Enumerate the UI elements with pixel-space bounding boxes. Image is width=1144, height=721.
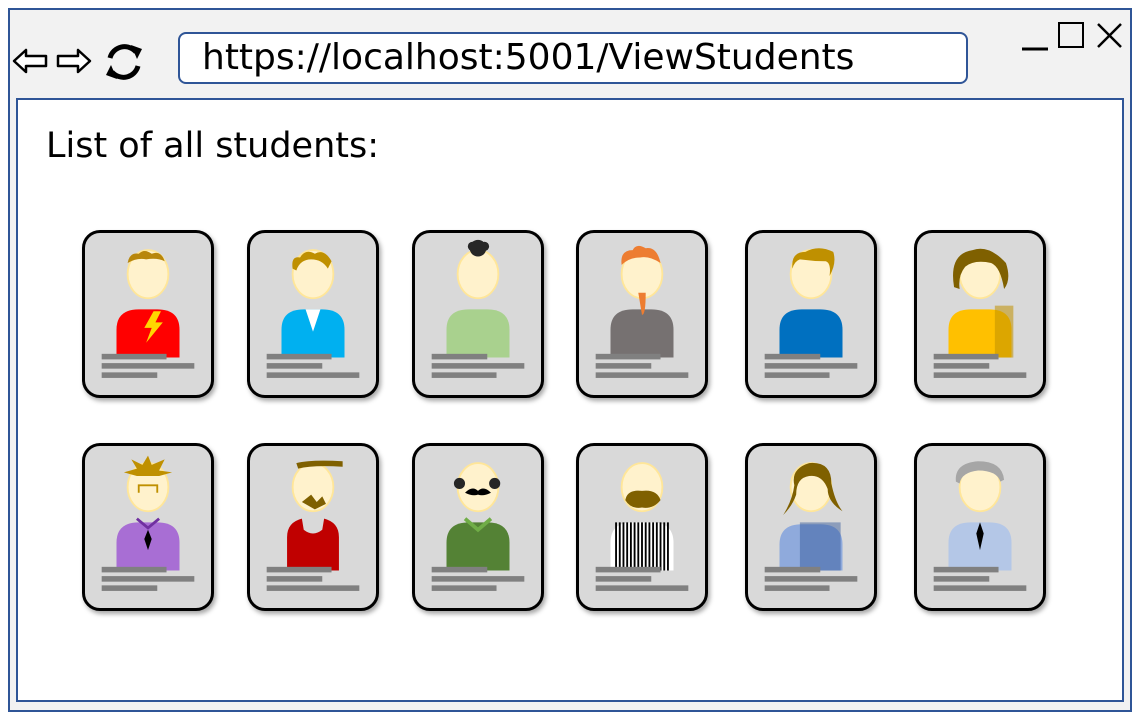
student-card[interactable]: [914, 443, 1046, 611]
info-line: [764, 566, 821, 573]
info-line: [431, 363, 525, 369]
avatar-grey-shirt-orange-beard: [595, 245, 689, 378]
info-line: [595, 372, 689, 378]
info-line: [764, 353, 821, 360]
avatar-light-blue-shirt-tie: [933, 461, 1027, 591]
info-line: [595, 576, 652, 582]
info-line: [764, 585, 830, 591]
info-line: [431, 566, 488, 573]
browser-toolbar: https://localhost:5001/ViewStudents: [10, 10, 1130, 98]
info-line: [933, 372, 1027, 378]
avatar-blue-gradient-shirt: [764, 462, 858, 591]
info-line: [431, 353, 488, 360]
avatar-gold-shirt-curly: [933, 248, 1027, 378]
refresh-icon[interactable]: [102, 40, 146, 84]
info-line: [266, 372, 360, 378]
avatar-red-lightning-shirt: [101, 249, 195, 378]
info-line: [431, 372, 497, 378]
avatar-red-tank-headband: [266, 460, 360, 591]
student-card[interactable]: [576, 443, 708, 611]
info-line: [933, 576, 990, 582]
info-line: [933, 566, 999, 573]
info-line: [101, 566, 167, 573]
back-arrow-icon[interactable]: [12, 44, 48, 78]
info-line: [431, 576, 525, 582]
student-card[interactable]: [745, 230, 877, 398]
info-line: [595, 353, 661, 360]
url-input[interactable]: https://localhost:5001/ViewStudents: [178, 32, 968, 84]
avatar-blue-shirt-ponytail: [764, 248, 858, 378]
forward-arrow-icon[interactable]: [56, 44, 92, 78]
page-title: List of all students:: [46, 126, 380, 166]
info-line: [933, 353, 999, 360]
minimize-icon[interactable]: [1020, 20, 1050, 52]
student-card[interactable]: [247, 443, 379, 611]
info-line: [764, 372, 830, 378]
info-line: [933, 363, 990, 369]
info-line: [101, 353, 167, 360]
student-card[interactable]: [247, 230, 379, 398]
browser-window: https://localhost:5001/ViewStudents List…: [8, 8, 1132, 712]
student-card[interactable]: [82, 230, 214, 398]
avatar-green-shirt-bun: [431, 239, 525, 378]
info-line: [101, 576, 195, 582]
info-line: [266, 363, 323, 369]
student-card[interactable]: [576, 230, 708, 398]
info-line: [101, 372, 158, 378]
info-line: [101, 585, 158, 591]
student-card[interactable]: [412, 230, 544, 398]
student-card[interactable]: [745, 443, 877, 611]
info-line: [595, 585, 689, 591]
avatar-green-sweater-mustache: [431, 462, 525, 591]
student-card[interactable]: [914, 230, 1046, 398]
info-line: [764, 576, 858, 582]
student-card[interactable]: [82, 443, 214, 611]
avatar-blue-shirt: [266, 249, 360, 378]
avatar-striped-shirt-beard: [595, 462, 689, 591]
info-line: [764, 363, 858, 369]
close-icon[interactable]: [1094, 20, 1124, 52]
maximize-icon[interactable]: [1056, 20, 1086, 52]
info-line: [431, 585, 497, 591]
student-card[interactable]: [412, 443, 544, 611]
info-line: [266, 585, 360, 591]
info-line: [266, 576, 323, 582]
info-line: [101, 363, 195, 369]
info-line: [266, 353, 332, 360]
avatar-purple-shirt-tie: [101, 455, 195, 591]
page-content: List of all students:: [16, 98, 1124, 702]
info-line: [266, 566, 332, 573]
info-line: [933, 585, 1027, 591]
info-line: [595, 566, 661, 573]
info-line: [595, 363, 652, 369]
